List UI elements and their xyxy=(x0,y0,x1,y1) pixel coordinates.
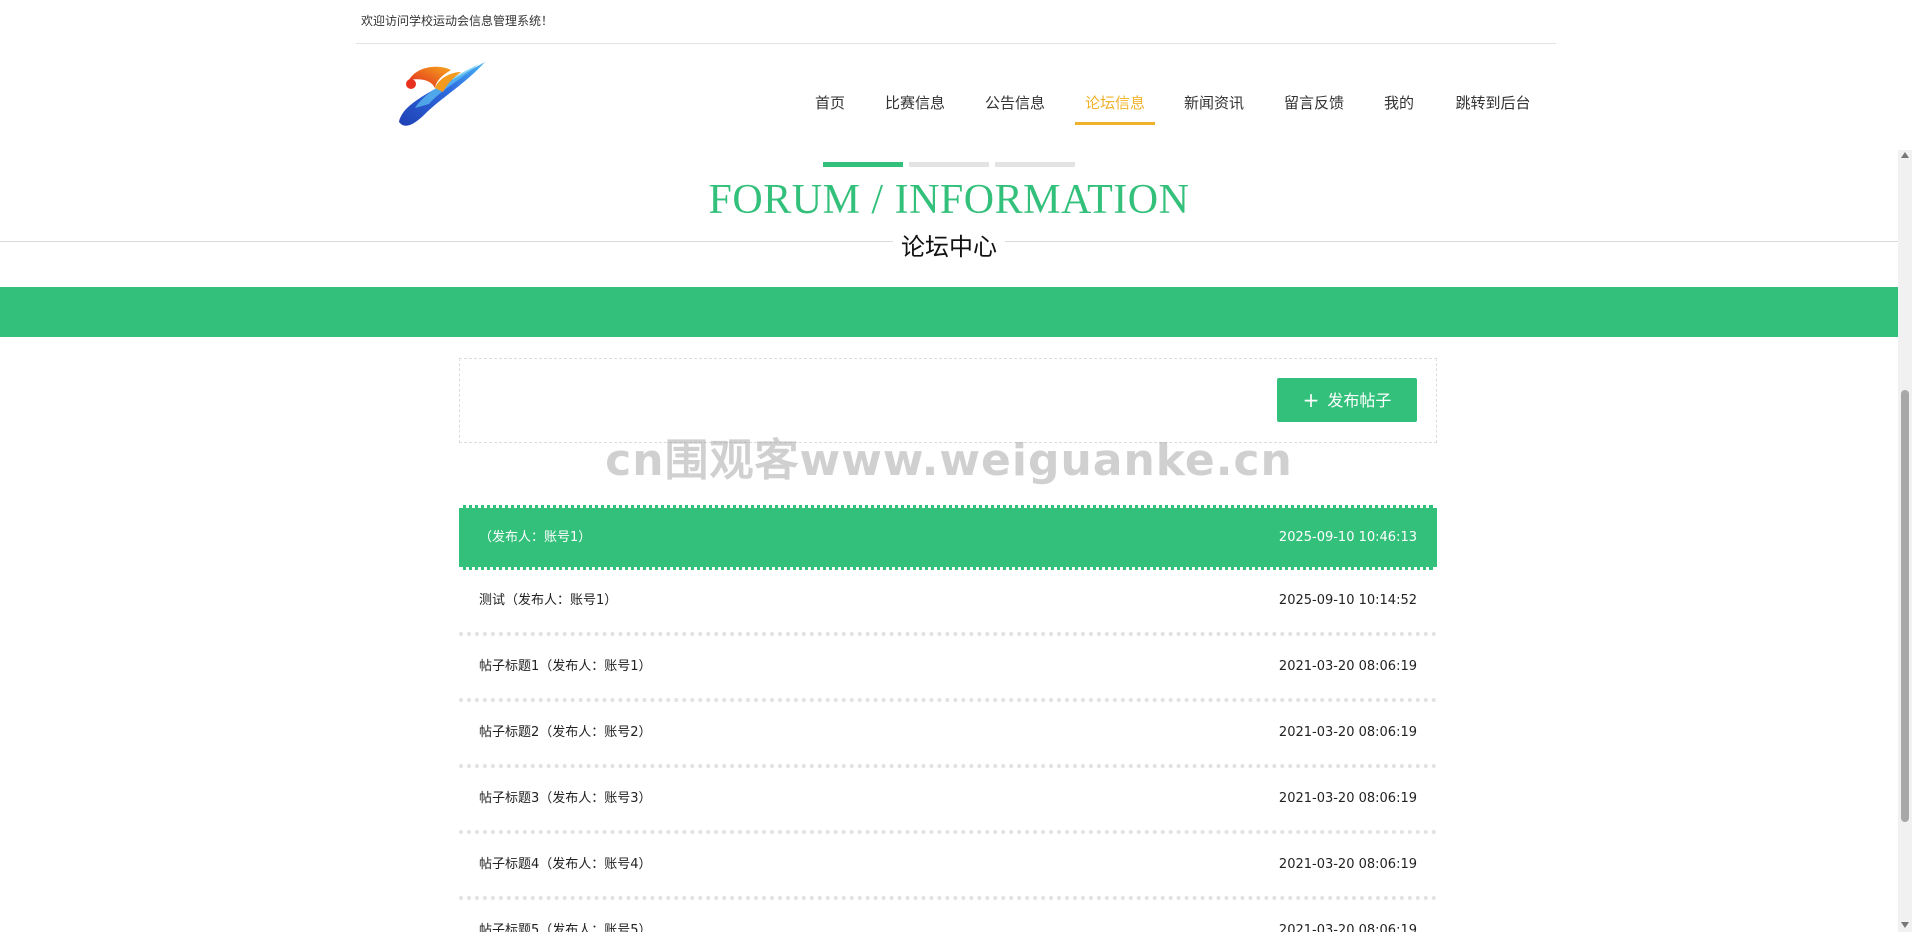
nav-item-announcements[interactable]: 公告信息 xyxy=(984,88,1046,122)
forum-post-list: （发布人：账号1） 2025-09-10 10:46:13 测试（发布人：账号1… xyxy=(459,505,1437,932)
post-title: 测试（发布人：账号1） xyxy=(479,593,618,608)
post-title: 帖子标题3（发布人：账号3） xyxy=(479,791,652,806)
post-title: 帖子标题4（发布人：账号4） xyxy=(479,857,652,872)
section-title-en: FORUM / INFORMATION xyxy=(708,177,1190,223)
title-decoration-bar xyxy=(823,162,903,167)
post-title: 帖子标题1（发布人：账号1） xyxy=(479,659,652,674)
title-decoration-bar xyxy=(995,162,1075,167)
main-nav: 首页 比赛信息 公告信息 论坛信息 新闻资讯 留言反馈 我的 跳转到后台 xyxy=(0,88,1912,125)
nav-item-matches[interactable]: 比赛信息 xyxy=(884,88,946,122)
plus-icon: + xyxy=(1302,388,1320,412)
scroll-up-arrow-icon[interactable] xyxy=(1901,152,1909,158)
nav-item-forum[interactable]: 论坛信息 xyxy=(1075,88,1155,125)
nav-item-feedback[interactable]: 留言反馈 xyxy=(1283,88,1345,122)
list-item[interactable]: 帖子标题5（发布人：账号5） 2021-03-20 08:06:19 xyxy=(459,900,1437,932)
list-item[interactable]: 帖子标题1（发布人：账号1） 2021-03-20 08:06:19 xyxy=(459,636,1437,702)
section-title-cn: 论坛中心 xyxy=(893,227,1005,262)
title-decoration-bar xyxy=(909,162,989,167)
post-date: 2021-03-20 08:06:19 xyxy=(1278,791,1417,806)
nav-item-news[interactable]: 新闻资讯 xyxy=(1183,88,1245,122)
publish-post-button[interactable]: + 发布帖子 xyxy=(1277,378,1417,422)
post-title: （发布人：账号1） xyxy=(479,530,592,545)
nav-item-mine[interactable]: 我的 xyxy=(1383,88,1415,122)
post-date: 2025-09-10 10:14:52 xyxy=(1278,593,1417,608)
post-date: 2025-09-10 10:46:13 xyxy=(1278,530,1417,545)
post-date: 2021-03-20 08:06:19 xyxy=(1278,857,1417,872)
scroll-down-arrow-icon[interactable] xyxy=(1901,922,1909,928)
post-date: 2021-03-20 08:06:19 xyxy=(1278,923,1417,932)
top-bar: 欢迎访问学校运动会信息管理系统！ xyxy=(356,0,1556,44)
list-item[interactable]: （发布人：账号1） 2025-09-10 10:46:13 xyxy=(459,505,1437,570)
list-item[interactable]: 帖子标题4（发布人：账号4） 2021-03-20 08:06:19 xyxy=(459,834,1437,900)
publish-post-label: 发布帖子 xyxy=(1327,391,1392,410)
post-date: 2021-03-20 08:06:19 xyxy=(1278,659,1417,674)
page-scrollbar[interactable] xyxy=(1898,150,1912,932)
post-date: 2021-03-20 08:06:19 xyxy=(1278,725,1417,740)
nav-item-admin[interactable]: 跳转到后台 xyxy=(1453,88,1533,122)
list-item[interactable]: 测试（发布人：账号1） 2025-09-10 10:14:52 xyxy=(459,570,1437,636)
list-item[interactable]: 帖子标题2（发布人：账号2） 2021-03-20 08:06:19 xyxy=(459,702,1437,768)
nav-item-home[interactable]: 首页 xyxy=(815,88,845,122)
welcome-text: 欢迎访问学校运动会信息管理系统！ xyxy=(361,14,554,28)
list-item[interactable]: 帖子标题3（发布人：账号3） 2021-03-20 08:06:19 xyxy=(459,768,1437,834)
post-title: 帖子标题5（发布人：账号5） xyxy=(479,923,652,932)
green-banner xyxy=(0,287,1898,337)
scrollbar-thumb[interactable] xyxy=(1901,390,1909,822)
post-title: 帖子标题2（发布人：账号2） xyxy=(479,725,652,740)
